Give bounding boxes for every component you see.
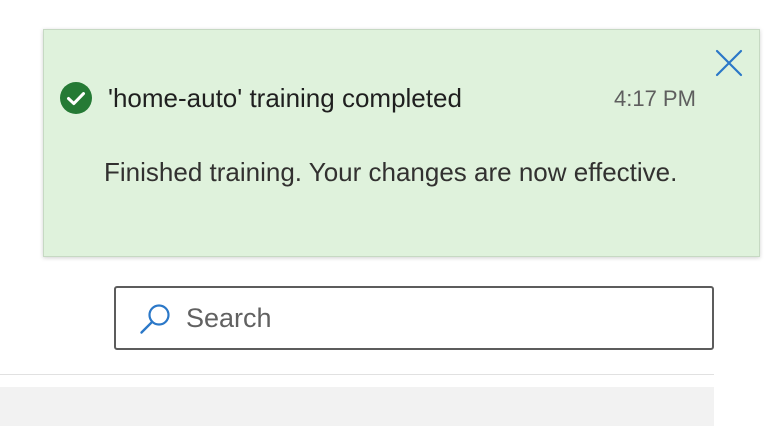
success-notification: 'home-auto' training completed 4:17 PM F… (43, 29, 760, 257)
notification-title: 'home-auto' training completed (108, 83, 462, 113)
list-header-row (0, 387, 714, 426)
search-input[interactable] (186, 296, 696, 340)
notification-message: Finished training. Your changes are now … (104, 157, 678, 187)
divider (0, 374, 714, 375)
notification-timestamp: 4:17 PM (614, 86, 696, 111)
close-icon[interactable] (713, 47, 745, 79)
search-icon (140, 304, 170, 334)
check-circle-icon (60, 82, 92, 114)
page: 'home-auto' training completed 4:17 PM F… (0, 0, 778, 426)
search-box[interactable] (114, 286, 714, 350)
